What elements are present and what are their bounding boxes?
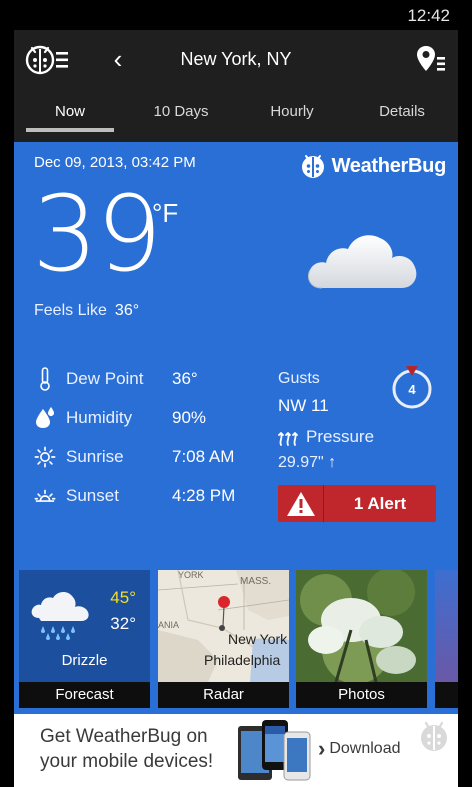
tile-radar[interactable]: YORK MASS. ANIA New York Philadelphia Ra…: [158, 570, 289, 708]
ad-banner[interactable]: Get WeatherBug on your mobile devices! ›…: [14, 714, 458, 787]
mobile-devices-image: [238, 720, 311, 781]
tile-next-partial[interactable]: [435, 570, 458, 708]
radar-tile-label: Radar: [158, 682, 289, 708]
stat-sunrise: Sunrise 7:08 AM: [34, 442, 274, 472]
current-temperature: 39: [32, 173, 162, 295]
weatherbug-ad-logo-icon: [421, 721, 447, 751]
stat-sunset: Sunset 4:28 PM: [34, 481, 274, 511]
pressure-icon: [278, 432, 298, 446]
partial-tile-label: [435, 682, 458, 708]
warning-icon: [278, 485, 324, 522]
feels-like: Feels Like 36°: [34, 302, 139, 320]
dew-point-value: 36°: [172, 369, 198, 388]
tab-bar: Now 10 Days Hourly Details: [14, 94, 458, 142]
download-label: Download: [329, 740, 401, 757]
feature-tiles: 45° 32° Drizzle Forecast YORK MASS. ANIA: [14, 570, 458, 708]
pressure-row: Pressure: [278, 427, 374, 447]
sunset-icon: [34, 484, 56, 508]
map-pin-list-icon: [417, 46, 445, 71]
humidity-value: 90%: [172, 408, 207, 427]
feels-like-value: 36°: [114, 302, 140, 319]
wind-compass: 4: [390, 364, 434, 410]
radar-map: YORK MASS. ANIA New York Philadelphia: [158, 570, 289, 682]
forecast-tile-label: Forecast: [19, 682, 150, 708]
thermometer-icon: [34, 367, 56, 391]
app-header: ‹ New York, NY: [14, 30, 458, 88]
temperature-unit: °F: [152, 198, 179, 228]
humidity-label: Humidity: [66, 408, 133, 427]
tile-forecast[interactable]: 45° 32° Drizzle Forecast: [19, 570, 150, 708]
forecast-condition: Drizzle: [61, 652, 108, 669]
alert-label: 1 Alert: [353, 493, 407, 513]
radar-label-new-york: New York: [228, 631, 288, 647]
alert-button[interactable]: 1 Alert: [278, 485, 436, 522]
gusts-label: Gusts: [278, 370, 320, 387]
photo-thumbnail: [296, 570, 427, 684]
radar-label-york: YORK: [178, 570, 204, 580]
ad-headline: Get WeatherBug on your mobile devices!: [40, 726, 214, 772]
active-tab-indicator: [26, 128, 114, 132]
chevron-right-icon: ›: [318, 736, 326, 761]
radar-pin-icon: [218, 596, 230, 608]
sunrise-value: 7:08 AM: [172, 447, 235, 466]
stat-dew-point: Dew Point 36°: [34, 364, 274, 394]
feels-like-label: Feels Like: [34, 302, 107, 319]
status-time: 12:42: [407, 6, 450, 25]
download-button[interactable]: › Download: [318, 736, 400, 762]
observation-date: Dec 09, 2013, 03:42 PM: [34, 154, 196, 171]
stat-humidity: Humidity 90%: [34, 403, 274, 433]
radar-label-mass: MASS.: [240, 576, 271, 587]
drizzle-icon: [31, 592, 89, 640]
tab-10-days[interactable]: 10 Days: [131, 103, 231, 120]
forecast-high: 45°: [110, 588, 136, 607]
sunset-value: 4:28 PM: [172, 486, 236, 505]
brand-name: WeatherBug: [331, 154, 447, 177]
status-bar: 12:42: [0, 0, 472, 30]
cloud-icon: [304, 218, 424, 298]
tile-photos[interactable]: Photos: [296, 570, 427, 708]
current-conditions-panel: Dec 09, 2013, 03:42 PM WeatherBug 39 °F …: [14, 142, 458, 787]
location-list-button[interactable]: [416, 44, 446, 74]
bug-logo-icon: [301, 155, 324, 178]
sunrise-label: Sunrise: [66, 447, 124, 466]
tab-hourly[interactable]: Hourly: [242, 103, 342, 120]
photos-tile-label: Photos: [296, 682, 427, 708]
tab-now[interactable]: Now: [20, 103, 120, 120]
gusts-value: NW 11: [278, 396, 329, 415]
pressure-label: Pressure: [306, 427, 375, 446]
app-frame: ‹ New York, NY Now 10 Days Hourly Detail…: [14, 30, 458, 787]
dew-point-label: Dew Point: [66, 369, 144, 388]
pressure-value: 29.97" ↑: [278, 454, 337, 471]
sunrise-icon: [34, 445, 56, 469]
droplet-icon: [34, 406, 56, 430]
forecast-low: 32°: [110, 614, 136, 633]
radar-label-ania: ANIA: [158, 620, 179, 630]
radar-label-philadelphia: Philadelphia: [204, 652, 280, 668]
sunset-label: Sunset: [66, 486, 119, 505]
wind-speed: 4: [408, 382, 416, 397]
location-title: New York, NY: [180, 49, 292, 69]
tab-details[interactable]: Details: [352, 103, 452, 120]
brand-logo: WeatherBug: [299, 152, 446, 180]
